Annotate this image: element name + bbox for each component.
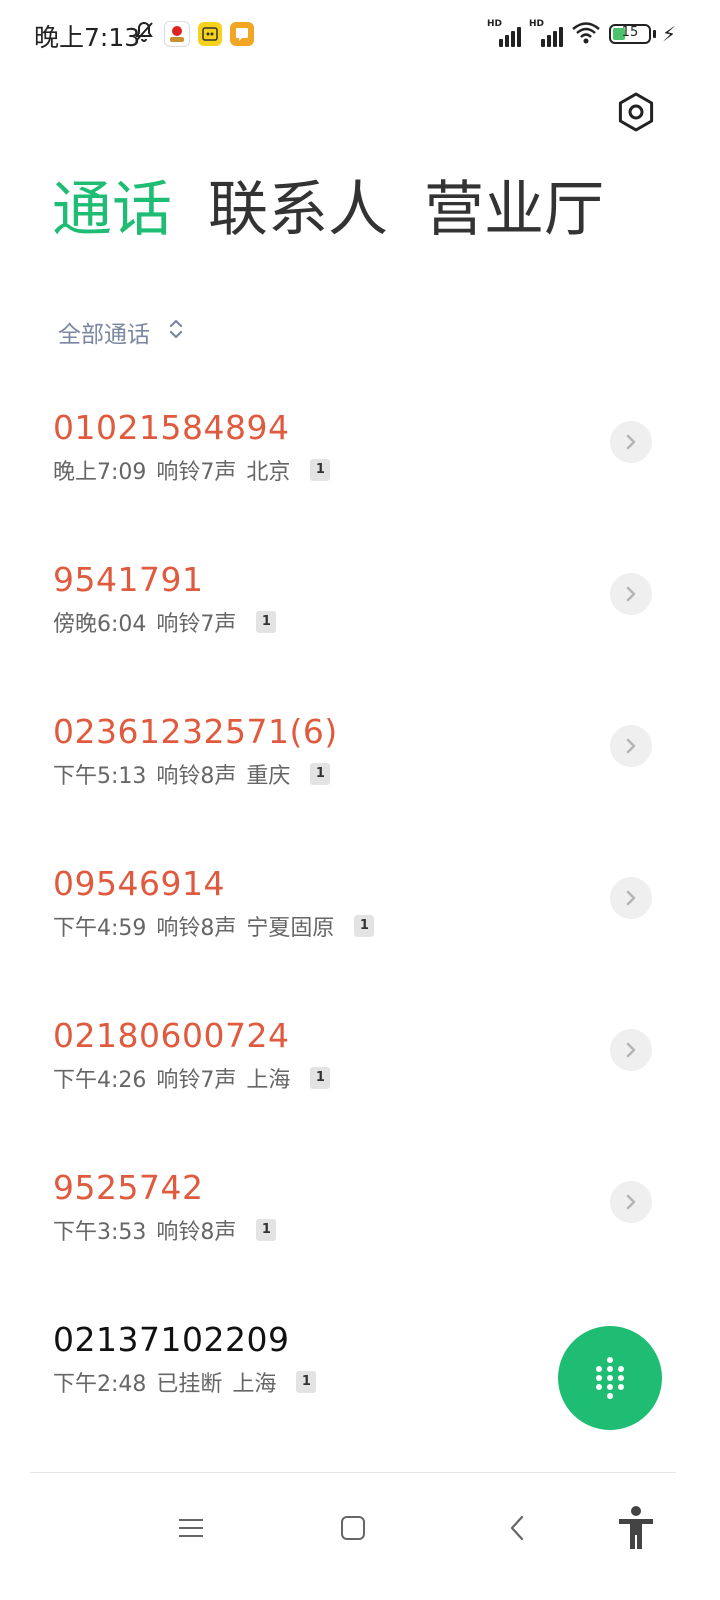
call-time: 下午2:48 [53, 1372, 147, 1397]
chevron-right-icon [626, 1042, 636, 1058]
call-number: 9541791 [53, 560, 204, 599]
call-log-item[interactable]: 9541791 傍晚6:04 响铃7声 1 [0, 536, 720, 688]
call-log-item[interactable]: 9525742 下午3:53 响铃8声 1 [0, 1144, 720, 1296]
call-number: 02361232571(6) [53, 712, 338, 751]
call-log-item[interactable]: 02180600724 下午4:26 响铃7声 上海 1 [0, 992, 720, 1144]
call-number: 02137102209 [53, 1320, 290, 1359]
accessibility-icon [619, 1506, 653, 1549]
signal-icon: HD [529, 19, 563, 47]
chevron-right-icon [626, 890, 636, 906]
call-number: 09546914 [53, 864, 225, 903]
settings-icon [618, 92, 654, 132]
call-meta: 傍晚6:04 响铃7声 1 [53, 606, 277, 638]
call-status: 响铃8声 [156, 916, 237, 941]
chevron-right-icon [626, 738, 636, 754]
signal-icon: HD [487, 19, 521, 47]
menu-nav-button[interactable] [166, 1503, 216, 1553]
sim-badge: 1 [256, 611, 277, 633]
call-log-item[interactable]: 01021584894 晚上7:09 响铃7声 北京 1 [0, 384, 720, 536]
call-time: 下午4:26 [53, 1068, 147, 1093]
system-icons: HD HD 15 ⚡ [487, 19, 676, 48]
call-time: 下午5:13 [53, 764, 147, 789]
call-detail-button[interactable] [610, 421, 652, 463]
battery-icon: 15 [608, 24, 651, 44]
battery-tip [652, 30, 656, 38]
call-location: 宁夏固原 [246, 916, 335, 941]
call-time: 下午3:53 [53, 1220, 147, 1245]
tab-service-hall[interactable]: 营业厅 [424, 180, 604, 240]
call-meta: 下午3:53 响铃8声 1 [53, 1214, 277, 1246]
charging-icon: ⚡ [661, 22, 676, 46]
call-number: 02180600724 [53, 1016, 290, 1055]
call-time: 下午4:59 [53, 916, 147, 941]
call-location: 北京 [246, 460, 291, 485]
app-icon-3 [230, 22, 254, 46]
call-log-screen: 晚上7:13 HD HD 15 ⚡ 通话 联系人 营业厅 全部通话 010215… [0, 0, 720, 1600]
app-icon-1 [164, 21, 190, 47]
call-status: 响铃8声 [156, 1220, 237, 1245]
menu-icon [179, 1519, 203, 1537]
call-detail-button[interactable] [610, 725, 652, 767]
call-detail-button[interactable] [610, 877, 652, 919]
system-nav-bar [0, 1473, 720, 1600]
call-detail-button[interactable] [610, 1029, 652, 1071]
call-meta: 下午5:13 响铃8声 重庆 1 [53, 758, 331, 790]
main-tabs: 通话 联系人 营业厅 [52, 180, 604, 240]
call-number: 9525742 [53, 1168, 204, 1207]
dialpad-icon [596, 1357, 624, 1399]
call-status: 响铃7声 [156, 460, 237, 485]
sim-badge: 1 [296, 1371, 317, 1393]
settings-button[interactable] [614, 90, 658, 134]
call-meta: 下午4:26 响铃7声 上海 1 [53, 1062, 331, 1094]
call-location: 上海 [246, 1068, 291, 1093]
call-log-item[interactable]: 09546914 下午4:59 响铃8声 宁夏固原 1 [0, 840, 720, 992]
back-chevron-icon [510, 1515, 524, 1541]
bell-off-icon [132, 20, 156, 48]
call-detail-button[interactable] [610, 1181, 652, 1223]
chevron-right-icon [626, 586, 636, 602]
call-status: 响铃8声 [156, 764, 237, 789]
accessibility-button[interactable] [611, 1503, 661, 1553]
call-detail-button[interactable] [610, 573, 652, 615]
wifi-icon [571, 20, 601, 48]
sim-badge: 1 [310, 763, 331, 785]
call-log-list: 01021584894 晚上7:09 响铃7声 北京 1 9541791 傍晚6… [0, 384, 720, 1448]
home-square-icon [341, 1516, 365, 1540]
call-filter-label: 全部通话 [58, 322, 150, 348]
notification-icons [132, 20, 254, 48]
app-icon-2 [198, 22, 222, 46]
back-nav-button[interactable] [492, 1503, 542, 1553]
call-meta: 晚上7:09 响铃7声 北京 1 [53, 454, 331, 486]
sim-badge: 1 [256, 1219, 277, 1241]
sim-badge: 1 [354, 915, 375, 937]
call-location: 重庆 [246, 764, 291, 789]
call-status: 响铃7声 [156, 1068, 237, 1093]
tab-calls[interactable]: 通话 [52, 180, 172, 240]
call-location: 上海 [232, 1372, 277, 1397]
call-meta: 下午4:59 响铃8声 宁夏固原 1 [53, 910, 375, 942]
call-number: 01021584894 [53, 408, 290, 447]
status-bar: 晚上7:13 HD HD 15 ⚡ [0, 0, 720, 64]
tab-contacts[interactable]: 联系人 [208, 180, 388, 240]
call-status: 响铃7声 [156, 612, 237, 637]
dialpad-button[interactable] [558, 1326, 662, 1430]
sort-toggle-icon [168, 317, 184, 347]
chevron-right-icon [626, 434, 636, 450]
battery-level: 15 [621, 25, 639, 40]
sim-badge: 1 [310, 1067, 331, 1089]
call-time: 傍晚6:04 [53, 612, 147, 637]
call-filter-dropdown[interactable]: 全部通话 [58, 315, 184, 349]
call-log-item[interactable]: 02361232571(6) 下午5:13 响铃8声 重庆 1 [0, 688, 720, 840]
home-nav-button[interactable] [328, 1503, 378, 1553]
status-time: 晚上7:13 [34, 23, 141, 52]
chevron-right-icon [626, 1194, 636, 1210]
sim-badge: 1 [310, 459, 331, 481]
call-meta: 下午2:48 已挂断 上海 1 [53, 1366, 317, 1398]
call-time: 晚上7:09 [53, 460, 147, 485]
call-status: 已挂断 [156, 1372, 223, 1397]
